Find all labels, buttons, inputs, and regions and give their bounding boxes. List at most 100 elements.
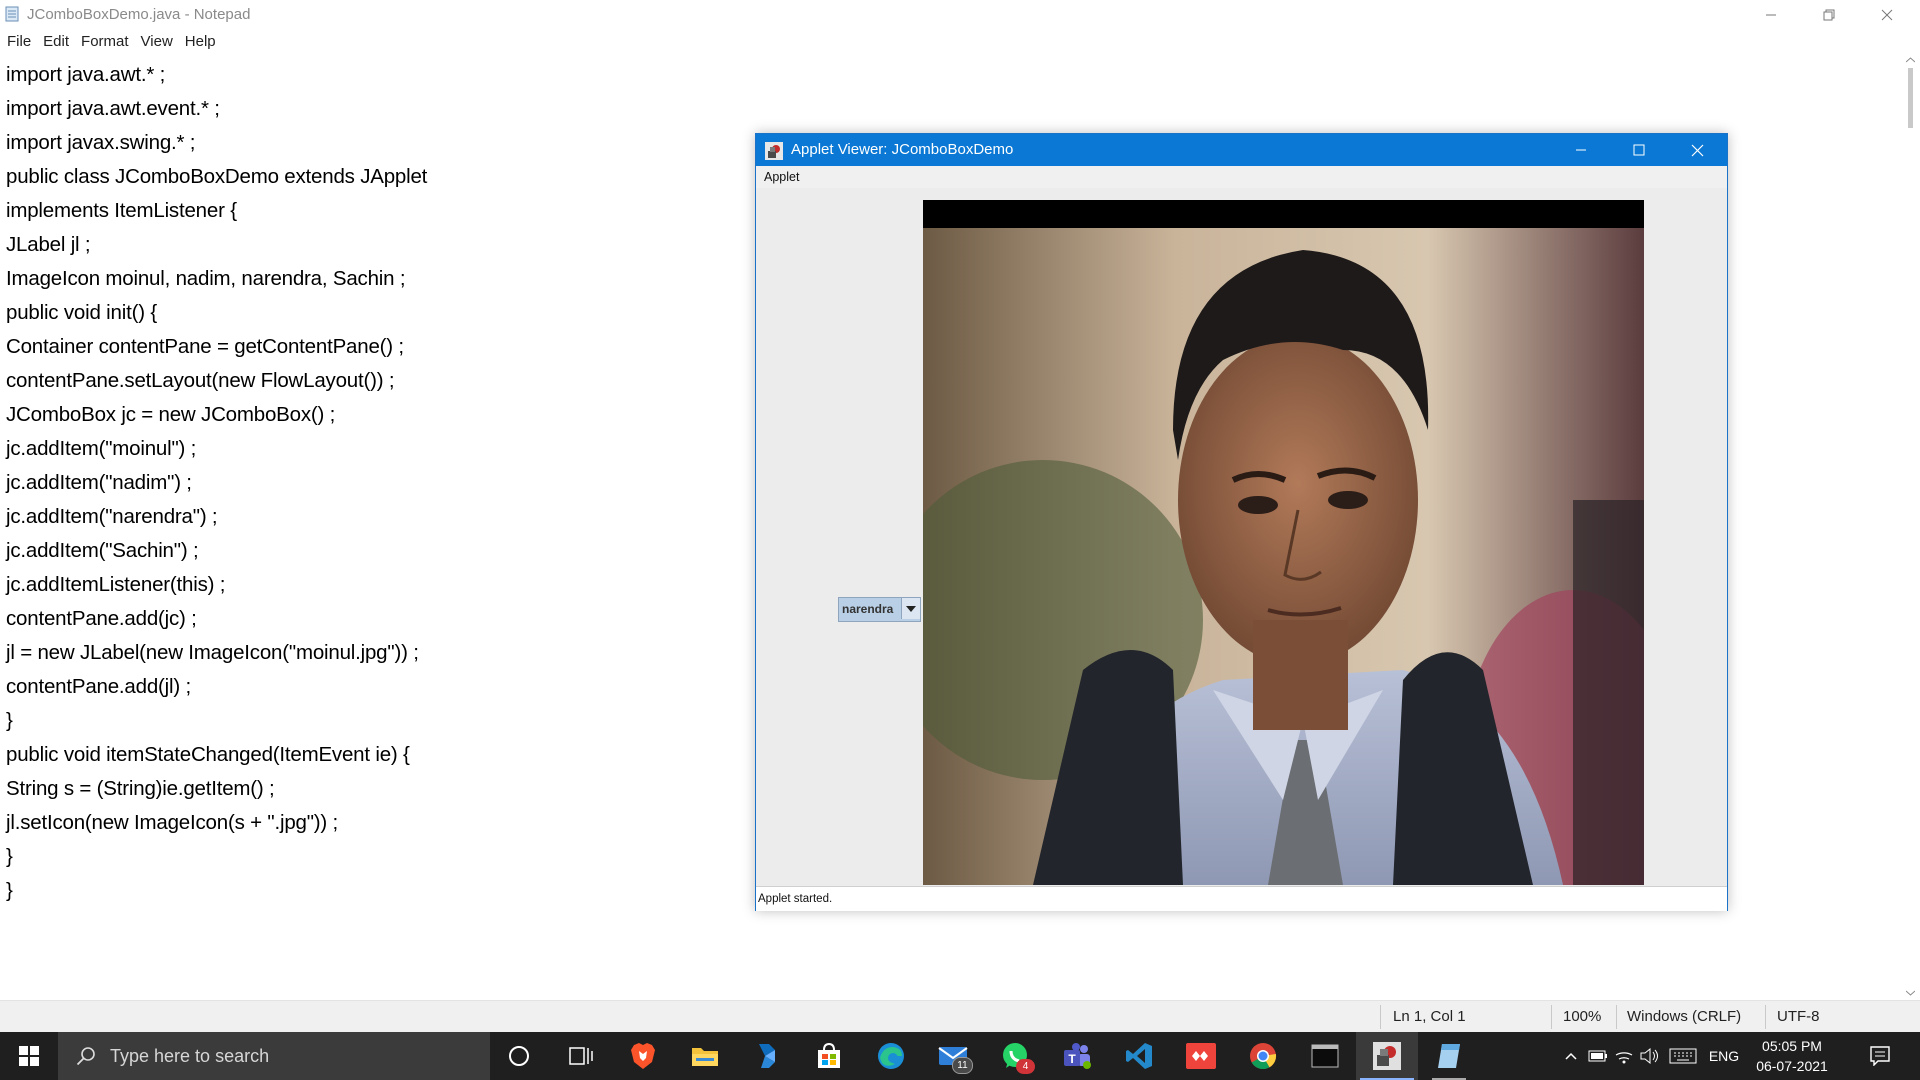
code-line: JComboBox jc = new JComboBox() ;	[6, 403, 336, 426]
maximize-icon	[1633, 144, 1645, 156]
taskbar-search-box[interactable]: Type here to search	[58, 1032, 490, 1080]
anydesk-button[interactable]	[1170, 1032, 1232, 1080]
show-hidden-icons-button[interactable]	[1560, 1032, 1582, 1080]
close-button[interactable]	[1858, 0, 1916, 30]
code-line: jc.addItemListener(this) ;	[6, 573, 226, 596]
scroll-up-icon[interactable]	[1906, 57, 1915, 63]
code-line: jl.setIcon(new ImageIcon(s + ".jpg")) ;	[6, 811, 339, 834]
code-line: jl = new JLabel(new ImageIcon("moinul.jp…	[6, 641, 419, 664]
microsoft-store-button[interactable]	[798, 1032, 860, 1080]
battery-status[interactable]	[1586, 1032, 1610, 1080]
chrome-icon	[1250, 1043, 1277, 1070]
store-icon	[818, 1043, 840, 1068]
battery-icon	[1588, 1050, 1607, 1062]
chevron-up-icon	[1565, 1052, 1577, 1060]
brave-button[interactable]	[612, 1032, 674, 1080]
applet-menubar: Applet	[756, 166, 1727, 188]
status-separator	[1765, 1005, 1766, 1029]
status-encoding: UTF-8	[1777, 1008, 1820, 1025]
touch-keyboard-button[interactable]	[1666, 1032, 1700, 1080]
mail-button[interactable]: 11	[922, 1032, 984, 1080]
clock[interactable]: 05:05 PM 06-07-2021	[1744, 1032, 1840, 1080]
applet-status-text: Applet started.	[758, 893, 833, 905]
applet-maximize-button[interactable]	[1610, 134, 1668, 166]
menu-file[interactable]: File	[0, 30, 37, 54]
edge-icon	[878, 1043, 904, 1069]
notepad-titlebar[interactable]: JComboBoxDemo.java - Notepad	[0, 0, 1920, 30]
notepad-app-icon	[5, 6, 19, 22]
search-icon	[76, 1047, 95, 1066]
restore-button[interactable]	[1800, 0, 1858, 30]
speaker-icon	[1640, 1048, 1658, 1064]
code-line: contentPane.setLayout(new FlowLayout()) …	[6, 369, 395, 392]
combo-selected-value: narendra	[842, 602, 894, 616]
combo-dropdown-button[interactable]	[901, 598, 920, 619]
start-button[interactable]	[0, 1032, 58, 1080]
notepad-taskbar-button[interactable]	[1418, 1032, 1480, 1080]
menu-help[interactable]: Help	[179, 30, 222, 54]
file-explorer-button[interactable]	[674, 1032, 736, 1080]
status-separator	[1380, 1005, 1381, 1029]
notepad-menubar: File Edit Format View Help	[0, 30, 1920, 54]
code-line: }	[6, 845, 13, 868]
power-automate-button[interactable]	[736, 1032, 798, 1080]
status-separator	[1551, 1005, 1552, 1029]
code-line: }	[6, 879, 13, 902]
cortana-icon	[509, 1046, 529, 1066]
minimize-button[interactable]	[1742, 0, 1800, 30]
code-line: jc.addItem("Sachin") ;	[6, 539, 199, 562]
notifications-button[interactable]	[1856, 1032, 1904, 1080]
code-line: import java.awt.event.* ;	[6, 97, 220, 120]
code-text: import java.awt.* ; import java.awt.event…	[6, 58, 427, 908]
menu-edit[interactable]: Edit	[37, 30, 75, 54]
notepad-window-title: JComboBoxDemo.java - Notepad	[27, 6, 251, 23]
chrome-button[interactable]	[1232, 1032, 1294, 1080]
teams-button[interactable]: T	[1046, 1032, 1108, 1080]
code-line: public class JComboBoxDemo extends JAppl…	[6, 165, 428, 188]
power-automate-icon	[759, 1044, 775, 1068]
close-icon	[1881, 9, 1893, 21]
applet-status-bar: Applet started.	[756, 886, 1727, 911]
menu-applet[interactable]: Applet	[764, 170, 799, 184]
scroll-down-icon[interactable]	[1906, 990, 1915, 996]
code-line: }	[6, 709, 13, 732]
code-line: public void itemStateChanged(ItemEvent i…	[6, 743, 410, 766]
code-line: Container contentPane = getContentPane()…	[6, 335, 404, 358]
menu-view[interactable]: View	[135, 30, 179, 54]
scrollbar-thumb[interactable]	[1908, 68, 1913, 128]
menu-format[interactable]: Format	[75, 30, 135, 54]
name-combo-box[interactable]: narendra	[838, 597, 921, 622]
brave-icon	[631, 1043, 655, 1069]
terminal-button[interactable]	[1294, 1032, 1356, 1080]
java-applet-icon	[1373, 1042, 1401, 1070]
close-icon	[1691, 144, 1703, 156]
vertical-scrollbar[interactable]	[1901, 54, 1920, 1000]
whatsapp-button[interactable]: 4	[984, 1032, 1046, 1080]
notepad-icon	[1438, 1044, 1460, 1068]
wifi-icon	[1615, 1052, 1633, 1064]
code-line: jc.addItem("nadim") ;	[6, 471, 192, 494]
code-line: contentPane.add(jl) ;	[6, 675, 191, 698]
task-view-button[interactable]	[550, 1032, 612, 1080]
input-language[interactable]: ENG	[1704, 1032, 1744, 1080]
applet-minimize-button[interactable]	[1552, 134, 1610, 166]
portrait-image	[923, 200, 1644, 885]
status-zoom: 100%	[1563, 1008, 1602, 1025]
code-line: JLabel jl ;	[6, 233, 91, 256]
applet-viewer-title: Applet Viewer: JComboBoxDemo	[791, 141, 1014, 158]
applet-viewer-titlebar[interactable]: Applet Viewer: JComboBoxDemo	[756, 134, 1727, 166]
edge-button[interactable]	[860, 1032, 922, 1080]
notification-icon	[1870, 1046, 1890, 1066]
network-status[interactable]	[1612, 1032, 1636, 1080]
volume-control[interactable]	[1638, 1032, 1662, 1080]
svg-text:T: T	[1068, 1052, 1076, 1066]
code-line: import java.awt.* ;	[6, 63, 166, 86]
applet-close-button[interactable]	[1668, 134, 1726, 166]
minimize-icon	[1766, 14, 1776, 16]
task-view-icon	[569, 1047, 593, 1065]
java-applet-taskbar-button[interactable]	[1356, 1032, 1418, 1080]
cortana-button[interactable]	[488, 1032, 550, 1080]
vscode-button[interactable]	[1108, 1032, 1170, 1080]
taskbar: Type here to search 11 4 T ENG 05:05 PM …	[0, 1032, 1920, 1080]
status-line-ending: Windows (CRLF)	[1627, 1008, 1742, 1025]
